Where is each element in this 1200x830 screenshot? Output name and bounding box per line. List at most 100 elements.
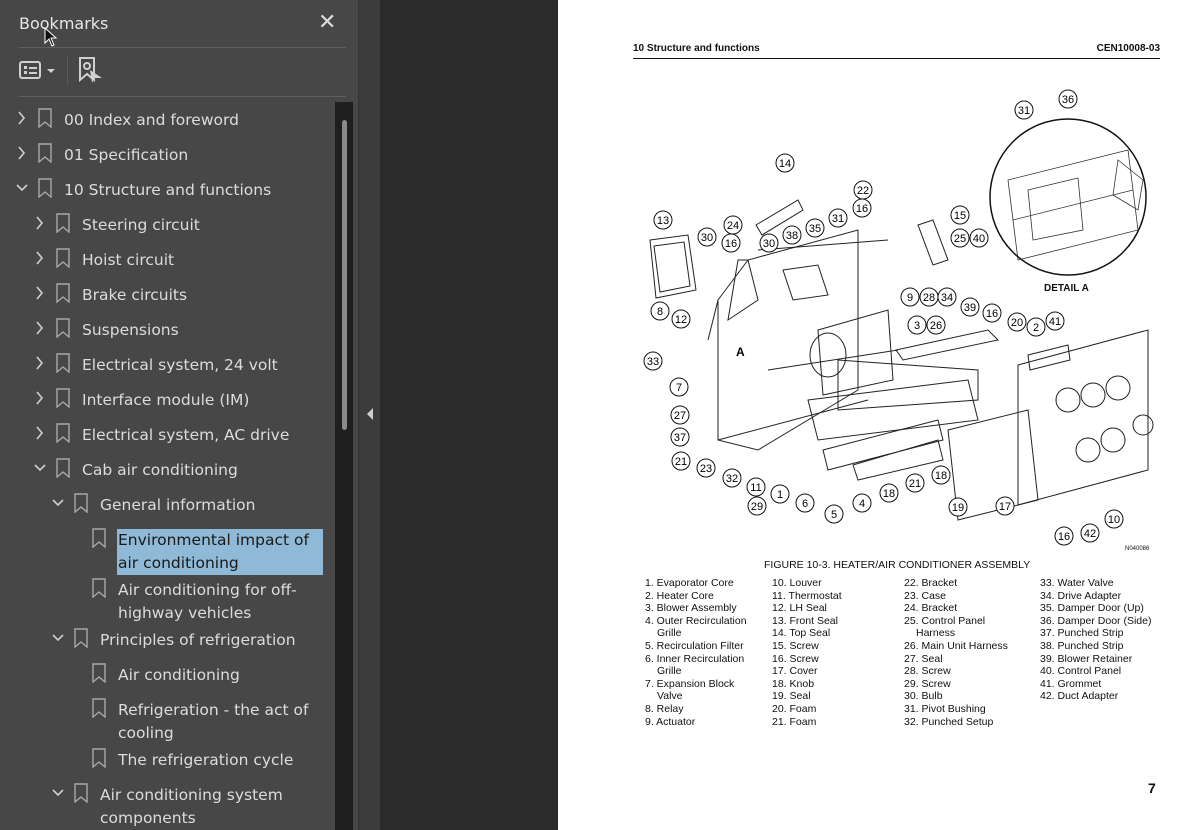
- legend-item: 16. Screw: [772, 652, 819, 665]
- close-icon[interactable]: ✕: [318, 10, 336, 35]
- chevron-right-icon[interactable]: [34, 356, 46, 370]
- bookmark-item[interactable]: Refrigeration - the act of cooling: [0, 692, 334, 742]
- bookmarks-panel: Bookmarks ✕ 00 Index and foreword 01 Spec…: [0, 0, 358, 830]
- chevron-down-icon[interactable]: [16, 181, 28, 195]
- svg-text:21: 21: [675, 456, 687, 468]
- callout: 10: [1104, 509, 1124, 529]
- bookmark-label: Electrical system, AC drive: [82, 426, 290, 444]
- callout: 11: [746, 477, 766, 497]
- bookmark-icon: [38, 178, 52, 198]
- svg-text:21: 21: [909, 478, 921, 490]
- collapse-panel-icon[interactable]: [366, 407, 374, 421]
- callout: 27: [670, 405, 690, 425]
- callout: 2: [1026, 317, 1046, 337]
- callout: 16: [982, 303, 1002, 323]
- detail-label: DETAIL A: [1044, 283, 1089, 294]
- bookmark-label: Interface module (IM): [82, 391, 250, 409]
- bookmark-item[interactable]: Steering circuit: [0, 207, 334, 242]
- figure-caption: FIGURE 10-3. HEATER/AIR CONDITIONER ASSE…: [764, 559, 1031, 571]
- chevron-down-icon[interactable]: [52, 631, 64, 645]
- bookmark-item[interactable]: Brake circuits: [0, 277, 334, 312]
- bookmark-item[interactable]: Air conditioning system components: [0, 777, 334, 827]
- bookmark-label: The refrigeration cycle: [118, 751, 294, 769]
- bookmark-icon: [92, 698, 106, 718]
- callout: 41: [1045, 311, 1065, 331]
- bookmark-item[interactable]: Electrical system, AC drive: [0, 417, 334, 452]
- bookmark-item[interactable]: Air conditioning: [0, 657, 334, 692]
- legend-item: 20. Foam: [772, 702, 817, 715]
- chevron-down-icon[interactable]: [34, 461, 46, 475]
- bookmark-item[interactable]: Suspensions: [0, 312, 334, 347]
- legend-item: 14. Top Seal: [772, 627, 831, 640]
- svg-text:41: 41: [1049, 316, 1061, 328]
- bookmark-item[interactable]: Hoist circuit: [0, 242, 334, 277]
- bookmark-icon: [56, 283, 70, 303]
- svg-text:2: 2: [1033, 322, 1039, 334]
- bookmark-item[interactable]: Interface module (IM): [0, 382, 334, 417]
- svg-text:6: 6: [802, 498, 808, 510]
- chevron-down-icon[interactable]: [52, 496, 64, 510]
- bookmark-item[interactable]: Electrical system, 24 volt: [0, 347, 334, 382]
- legend-item: 28. Screw: [904, 665, 951, 678]
- legend-item: 40. Control Panel: [1040, 665, 1122, 678]
- bookmark-item[interactable]: The refrigeration cycle: [0, 742, 334, 777]
- legend-item: 22. Bracket: [904, 577, 958, 589]
- chevron-right-icon[interactable]: [34, 391, 46, 405]
- chevron-right-icon[interactable]: [34, 286, 46, 300]
- bookmark-item[interactable]: 00 Index and foreword: [0, 102, 334, 137]
- legend-item: 31. Pivot Bushing: [904, 702, 986, 715]
- bookmark-item[interactable]: Principles of refrigeration: [0, 622, 334, 657]
- svg-text:1: 1: [777, 489, 783, 501]
- chevron-right-icon[interactable]: [16, 146, 28, 160]
- bookmark-item[interactable]: 10 Structure and functions: [0, 172, 334, 207]
- bookmark-item[interactable]: Cab air conditioning: [0, 452, 334, 487]
- legend-item: 21. Foam: [772, 715, 817, 728]
- bookmark-label: Steering circuit: [82, 216, 200, 234]
- svg-text:30: 30: [763, 238, 775, 250]
- legend-item: 13. Front Seal: [772, 614, 838, 627]
- svg-text:5: 5: [831, 509, 837, 521]
- callout: 30: [697, 227, 717, 247]
- bookmark-icon: [56, 353, 70, 373]
- bookmark-item[interactable]: Environmental impact of air conditioning: [0, 522, 334, 575]
- callout: 18: [931, 465, 951, 485]
- legend-item: 8. Relay: [645, 702, 684, 715]
- svg-text:32: 32: [726, 473, 738, 485]
- callout: 12: [671, 309, 691, 329]
- chevron-right-icon[interactable]: [34, 251, 46, 265]
- legend-item: 29. Screw: [904, 677, 951, 690]
- bookmark-label: 00 Index and foreword: [64, 111, 239, 129]
- svg-text:39: 39: [964, 302, 976, 314]
- scrollbar-thumb[interactable]: [342, 120, 347, 430]
- chevron-right-icon[interactable]: [34, 426, 46, 440]
- svg-text:36: 36: [1062, 94, 1074, 106]
- svg-text:29: 29: [751, 501, 763, 513]
- legend-item: 30. Bulb: [904, 690, 943, 703]
- chevron-right-icon[interactable]: [34, 216, 46, 230]
- chevron-right-icon[interactable]: [34, 321, 46, 335]
- svg-text:19: 19: [952, 502, 964, 514]
- bookmark-item[interactable]: General information: [0, 487, 334, 522]
- legend-item: 32. Punched Setup: [904, 715, 994, 728]
- svg-text:16: 16: [856, 203, 868, 215]
- bookmark-icon: [74, 628, 88, 648]
- callout: 31: [1014, 100, 1034, 120]
- svg-text:13: 13: [657, 215, 669, 227]
- svg-text:23: 23: [700, 463, 712, 475]
- callout: 6: [795, 493, 815, 513]
- svg-text:9: 9: [907, 292, 913, 304]
- section-marker: A: [736, 345, 745, 359]
- bookmark-options-button[interactable]: [19, 58, 59, 84]
- chevron-right-icon[interactable]: [16, 111, 28, 125]
- legend-item: 36. Damper Door (Side): [1040, 614, 1152, 627]
- bookmark-icon: [74, 783, 88, 803]
- callout: 25: [950, 228, 970, 248]
- bookmark-icon: [56, 388, 70, 408]
- chevron-down-icon[interactable]: [52, 786, 64, 800]
- bookmark-item[interactable]: Air conditioning for off-highway vehicle…: [0, 572, 334, 622]
- callout: 32: [722, 468, 742, 488]
- bookmark-item[interactable]: 01 Specification: [0, 137, 334, 172]
- bookmark-icon: [92, 578, 106, 598]
- legend-item: 18. Knob: [772, 677, 815, 690]
- add-bookmark-button[interactable]: [78, 56, 104, 84]
